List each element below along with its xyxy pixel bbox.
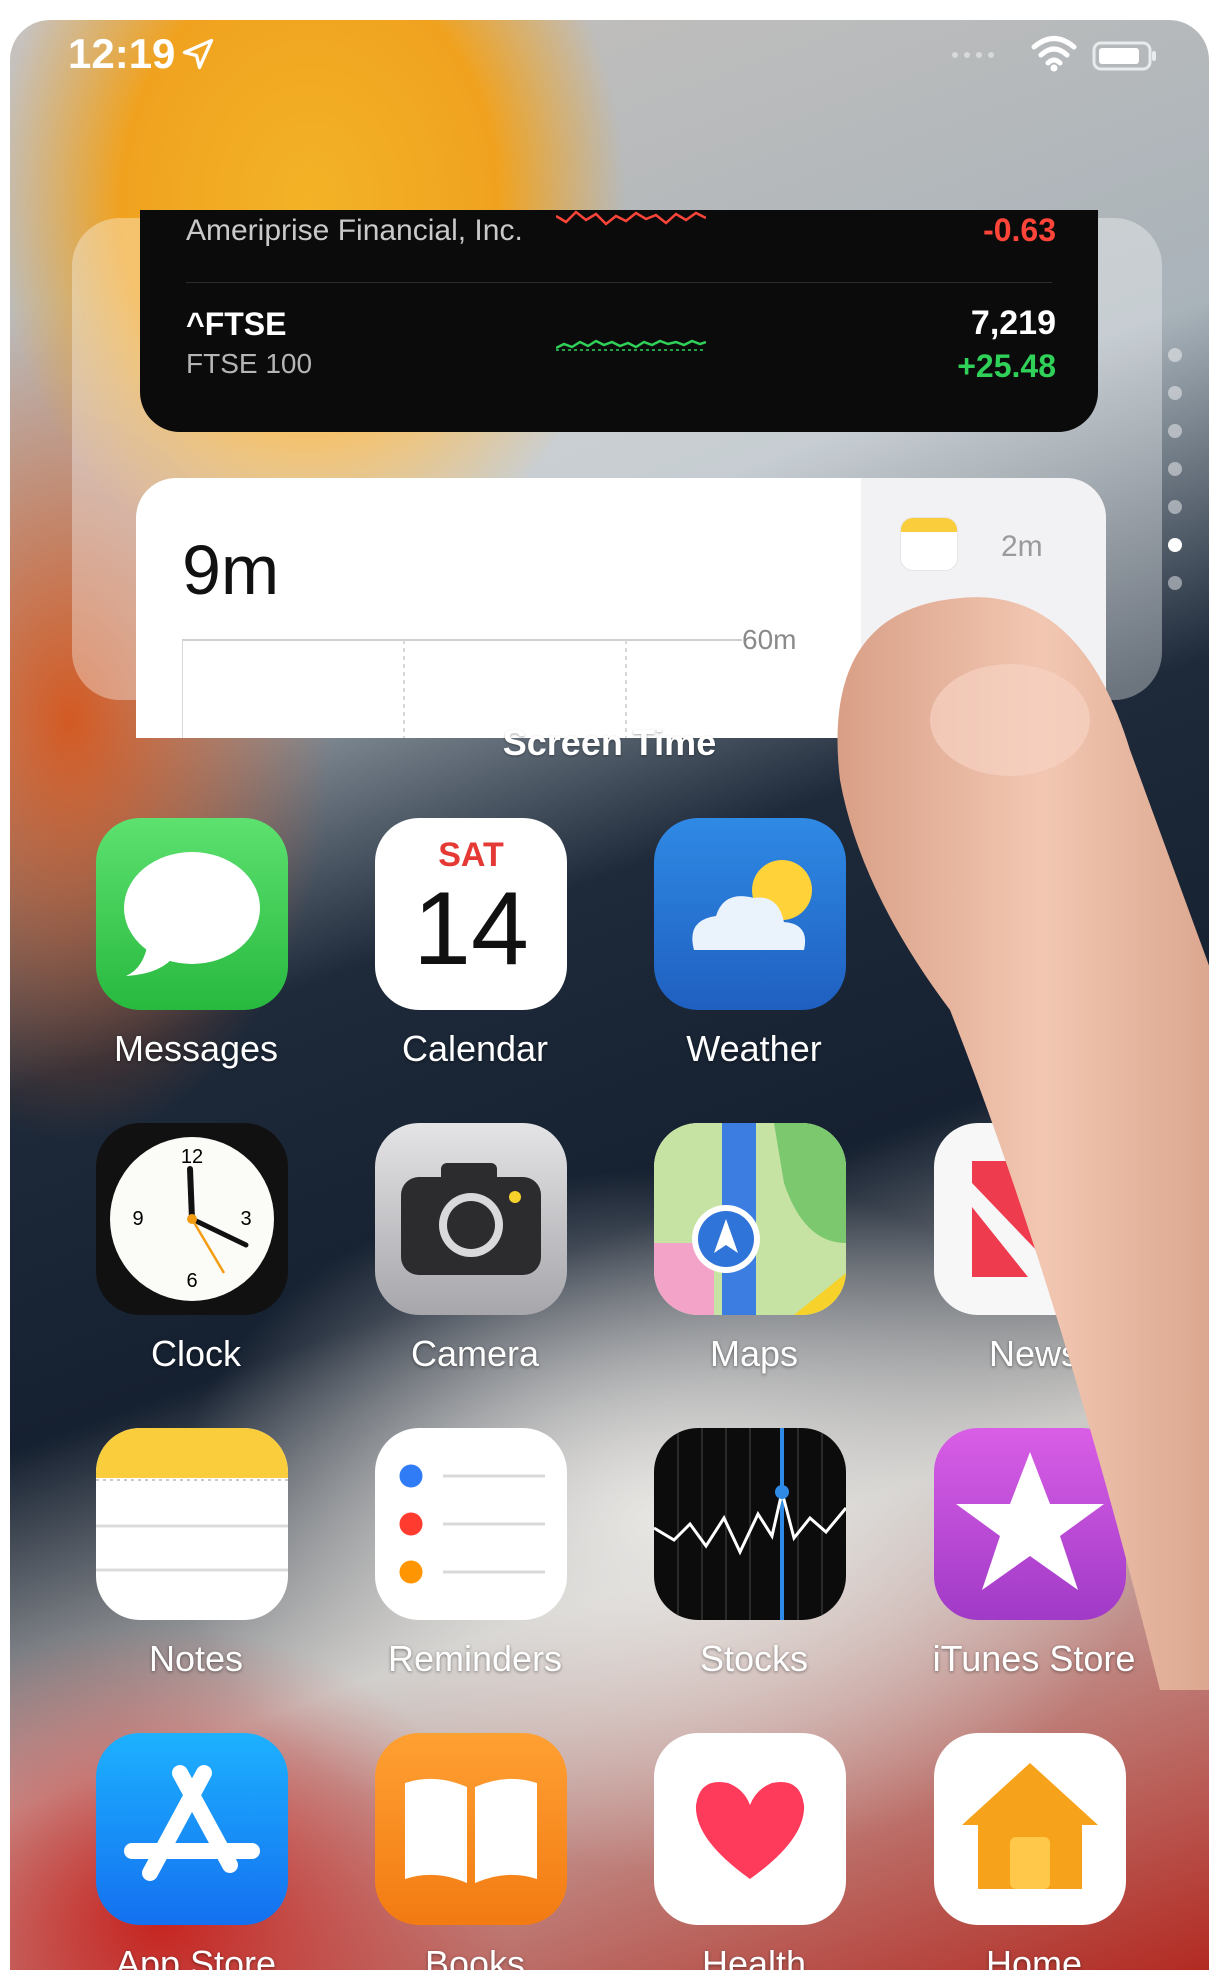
stock-change: +25.48	[957, 348, 1056, 384]
page-dot	[1168, 500, 1182, 514]
weather-icon	[654, 818, 846, 1010]
app-label: Stocks	[699, 1638, 809, 1679]
svg-text:9: 9	[132, 1208, 143, 1230]
svg-text:6: 6	[186, 1270, 197, 1292]
page-dot	[1168, 576, 1182, 590]
stock-name: Ameriprise Financial, Inc.	[186, 214, 523, 247]
stock-change: -0.63	[983, 212, 1056, 248]
widget-label: Screen Time	[502, 722, 717, 763]
signal-icon	[952, 52, 994, 58]
app-label: App Store	[115, 1943, 277, 1970]
wifi-icon	[1031, 36, 1077, 72]
home-icon	[934, 1733, 1126, 1925]
app-label: Books	[424, 1943, 526, 1970]
page-dot-active	[1168, 538, 1182, 552]
svg-text:12: 12	[181, 1146, 203, 1168]
reminders-icon	[375, 1428, 567, 1620]
app-label: Health	[701, 1943, 807, 1970]
page-dot	[1168, 424, 1182, 438]
status-bar: 12:19	[10, 20, 1209, 100]
clock-icon: 12 3 6 9	[96, 1123, 288, 1315]
stock-sparkline	[556, 339, 706, 351]
app-label: Weather	[686, 1028, 822, 1069]
notes-mini-icon	[901, 518, 957, 570]
screen-time-widget[interactable]: 9m 60m 2m	[136, 478, 1106, 738]
news-icon	[934, 1123, 1126, 1315]
calendar-day: 14	[413, 871, 529, 987]
home-screen: 12:19 Ameriprise Financial, Inc. -0.63 ^…	[10, 20, 1209, 1970]
app-label: Reminders	[387, 1638, 563, 1679]
page-dot	[1168, 348, 1182, 362]
svg-text:3: 3	[240, 1208, 251, 1230]
itunes-store-icon	[934, 1428, 1126, 1620]
stack-page-indicator[interactable]	[1168, 348, 1188, 614]
stock-value: 7,219	[970, 304, 1056, 342]
stocks-icon	[654, 1428, 846, 1620]
stock-row: ^FTSE FTSE 100 7,219 +25.48	[186, 304, 1056, 406]
app-store-icon	[96, 1733, 288, 1925]
app-label: Calendar	[401, 1028, 549, 1069]
notes-icon	[96, 1428, 288, 1620]
stock-divider	[186, 282, 1052, 283]
app-label: Maps	[709, 1333, 799, 1374]
stock-symbol: ^FTSE	[186, 306, 287, 342]
stock-sparkline	[556, 210, 706, 226]
messages-icon	[96, 818, 288, 1010]
battery-icon	[1092, 41, 1156, 71]
health-icon	[654, 1733, 846, 1925]
app-label: Clock	[150, 1333, 242, 1374]
photos-icon	[934, 818, 1126, 1010]
app-label: News	[988, 1333, 1080, 1374]
screen-time-app-column: 2m	[861, 478, 1106, 738]
calendar-icon: SAT 14	[375, 818, 567, 1010]
app-label: Notes	[148, 1638, 244, 1679]
stock-name: FTSE 100	[186, 348, 313, 379]
stock-row: Ameriprise Financial, Inc. -0.63	[186, 210, 1056, 282]
camera-icon	[375, 1123, 567, 1315]
screen-time-axis-label: 60m	[742, 624, 797, 655]
maps-icon	[654, 1123, 846, 1315]
app-label: Messages	[113, 1028, 279, 1069]
app-label: Home	[985, 1943, 1083, 1970]
screen-time-total: 9m	[182, 531, 280, 609]
page-dot	[1168, 462, 1182, 476]
screen-time-app-value: 2m	[1001, 530, 1043, 563]
books-icon	[375, 1733, 567, 1925]
app-label: Camera	[410, 1333, 540, 1374]
page-dot	[1168, 386, 1182, 400]
status-time: 12:19	[68, 30, 176, 77]
location-arrow-icon	[182, 38, 214, 70]
app-label: iTunes Store	[932, 1638, 1136, 1679]
stocks-widget[interactable]: Ameriprise Financial, Inc. -0.63 ^FTSE F…	[140, 210, 1098, 432]
app-label: Photos	[977, 1028, 1091, 1069]
